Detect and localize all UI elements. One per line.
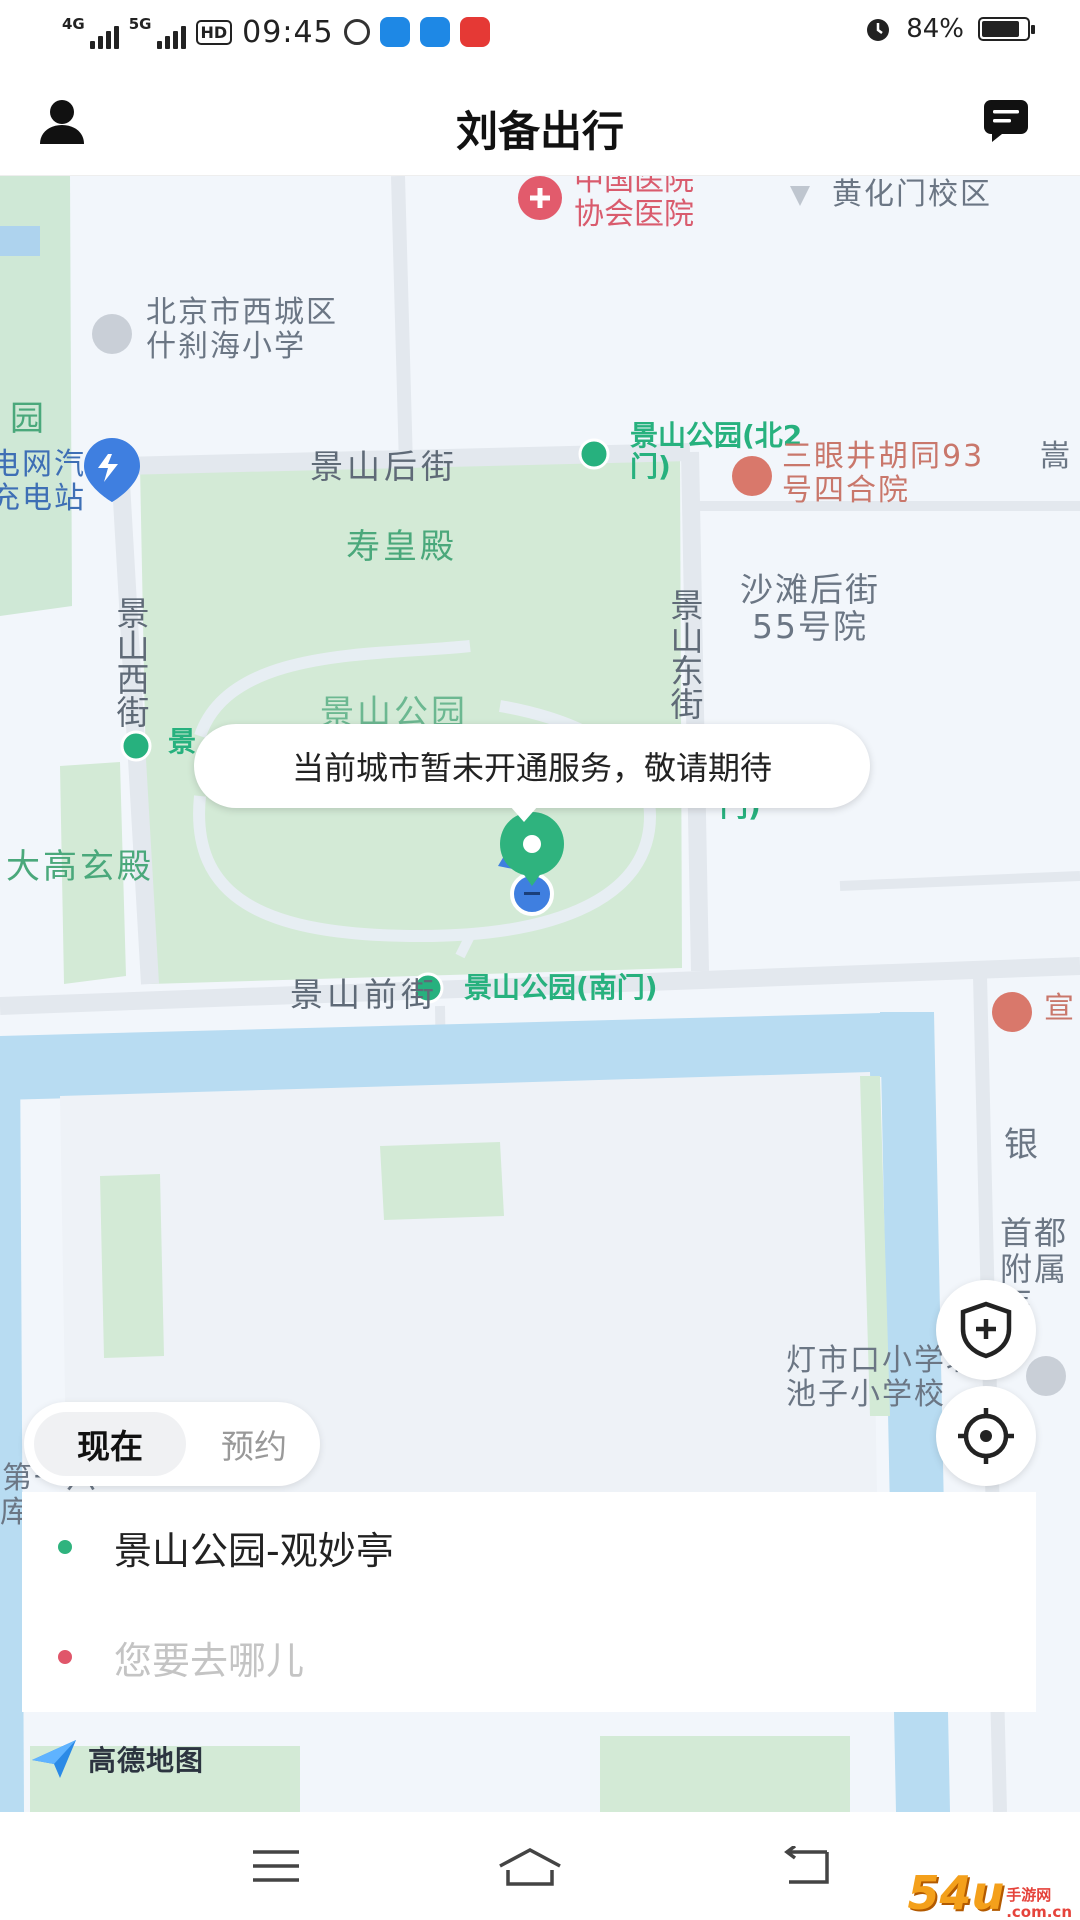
app-screen: 4G 5G HD 09:45 84% 刘备出行 中国医院 协会医院 黄化门校区 … <box>0 0 1080 1920</box>
poi-courtyard[interactable]: 三眼井胡同93 号四合院 <box>782 440 984 507</box>
map-provider-name: 高德地图 <box>88 1744 205 1777</box>
back-button[interactable] <box>766 1836 846 1896</box>
site-watermark: 54u 手游网 .com.cn <box>907 1866 1072 1920</box>
map-provider-logo: 高德地图 <box>30 1738 204 1780</box>
locate-button[interactable] <box>936 1386 1036 1486</box>
battery-icon <box>978 17 1035 41</box>
signal-5g-icon: 5G <box>129 15 186 49</box>
poi-shouhuang-hall[interactable]: 寿皇殿 <box>346 528 457 566</box>
home-button[interactable] <box>490 1836 570 1896</box>
menu-icon <box>253 1850 299 1882</box>
app-header: 刘备出行 <box>0 72 1080 176</box>
poi-park[interactable]: 园 <box>10 400 47 438</box>
poi-charging-station[interactable]: 电网汽 充电站 <box>0 448 86 515</box>
road-label: 景山前街 <box>290 975 438 1014</box>
app-notification-icon <box>379 17 410 47</box>
poi-daxuan-hall[interactable]: 大高玄殿 <box>6 848 154 886</box>
origin-dot-icon <box>58 1540 72 1554</box>
destination-dot-icon <box>58 1650 72 1664</box>
clock: 09:45 <box>242 14 334 50</box>
poi-north-gate[interactable]: 景山公园(北2 门) <box>630 420 802 483</box>
signal-4g-icon: 4G <box>62 15 119 49</box>
service-unavailable-tooltip: 当前城市暂未开通服务，敬请期待 <box>194 724 870 822</box>
page-title: 刘备出行 <box>455 107 624 156</box>
map-view[interactable]: 中国医院 协会医院 黄化门校区 北京市西城区 什刹海小学 园 电网汽 充电站 景… <box>0 176 1080 1812</box>
poi-courtyard[interactable]: 沙滩后街 55号院 <box>740 571 880 646</box>
network-label: 5G <box>128 15 152 33</box>
app-notification-icon <box>419 17 450 47</box>
safety-button[interactable] <box>936 1280 1036 1380</box>
road-label: 景山西街 <box>111 596 150 728</box>
road-label: 景山东街 <box>665 588 704 720</box>
hd-icon: HD <box>195 19 233 45</box>
now-tab[interactable]: 现在 <box>34 1412 186 1476</box>
locate-icon <box>958 1408 1014 1464</box>
watermark-site: 手游网 .com.cn <box>1006 1886 1072 1920</box>
message-icon[interactable] <box>982 98 1030 144</box>
status-bar: 4G 5G HD 09:45 84% <box>0 0 1080 72</box>
watermark-logo: 54u <box>907 1866 1005 1920</box>
origin-row[interactable]: 景山公园-观妙亭 <box>22 1492 1036 1602</box>
alarm-icon <box>867 19 890 41</box>
network-label: 4G <box>62 15 85 33</box>
home-icon <box>499 1848 561 1886</box>
origin-text: 景山公园-观妙亭 <box>114 1528 394 1573</box>
poi-label[interactable]: 宣 <box>1044 992 1076 1026</box>
poi-school[interactable]: 黄化门校区 <box>832 178 992 212</box>
poi-school[interactable]: 北京市西城区 什刹海小学 <box>146 296 338 363</box>
battery-percent: 84% <box>906 14 964 44</box>
amap-arrow-icon <box>32 1740 76 1778</box>
app-notification-icon <box>343 19 370 45</box>
menu-button[interactable] <box>236 1836 316 1896</box>
road-label: 景山后街 <box>310 447 458 486</box>
app-notification-icon <box>459 17 490 47</box>
poi-label[interactable]: 银 <box>1004 1126 1040 1164</box>
back-icon <box>784 1846 829 1884</box>
poi-hospital[interactable]: 中国医院 协会医院 <box>574 176 694 231</box>
destination-row[interactable]: 您要去哪儿 <box>22 1602 1036 1712</box>
shield-plus-icon <box>960 1301 1012 1359</box>
poi-label[interactable]: 嵩 <box>1040 440 1072 474</box>
reserve-tab[interactable]: 预约 <box>204 1412 304 1476</box>
poi-west-gate[interactable]: 景 <box>168 726 196 758</box>
ride-time-toggle: 现在 预约 <box>24 1402 320 1486</box>
destination-input[interactable]: 您要去哪儿 <box>114 1630 304 1685</box>
poi-south-gate[interactable]: 景山公园(南门) <box>464 972 658 1004</box>
route-card: 景山公园-观妙亭 您要去哪儿 <box>22 1492 1036 1712</box>
